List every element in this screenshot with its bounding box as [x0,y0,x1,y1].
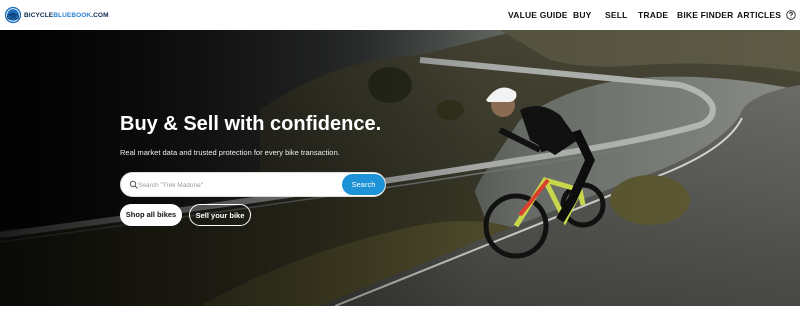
shop-all-bikes-button[interactable]: Shop all bikes [120,204,182,226]
logo-text-com: .COM [91,11,109,19]
top-navigation-bar: BICYCLEBLUEBOOK.COM VALUE GUIDE BUY SELL… [0,0,800,30]
logo-text-bluebook: BLUEBOOK [53,11,92,19]
search-input[interactable] [138,177,338,193]
logo-text-bicycle: BICYCLE [24,11,54,19]
bicycle-wheel-logo-icon [4,6,22,24]
hero-section: Buy & Sell with confidence. Real market … [0,30,800,306]
nav-item-value-guide[interactable]: VALUE GUIDE [508,10,568,20]
nav-item-trade[interactable]: TRADE [638,10,668,20]
nav-item-bike-finder[interactable]: BIKE FINDER [677,10,734,20]
nav-item-articles[interactable]: ARTICLES [737,10,781,20]
help-circle-icon[interactable] [786,10,796,20]
page-content-below-hero [0,306,800,334]
logo-wordmark: BICYCLEBLUEBOOK.COM [24,12,109,19]
search-bar: Search [120,172,386,197]
nav-item-sell[interactable]: SELL [605,10,628,20]
sell-your-bike-button[interactable]: Sell your bike [189,204,251,226]
hero-background-image [0,30,800,306]
site-logo[interactable]: BICYCLEBLUEBOOK.COM [4,5,109,25]
search-button[interactable]: Search [342,174,385,195]
hero-subline: Real market data and trusted protection … [120,148,340,157]
hero-headline: Buy & Sell with confidence. [120,113,382,135]
nav-item-buy[interactable]: BUY [573,10,592,20]
